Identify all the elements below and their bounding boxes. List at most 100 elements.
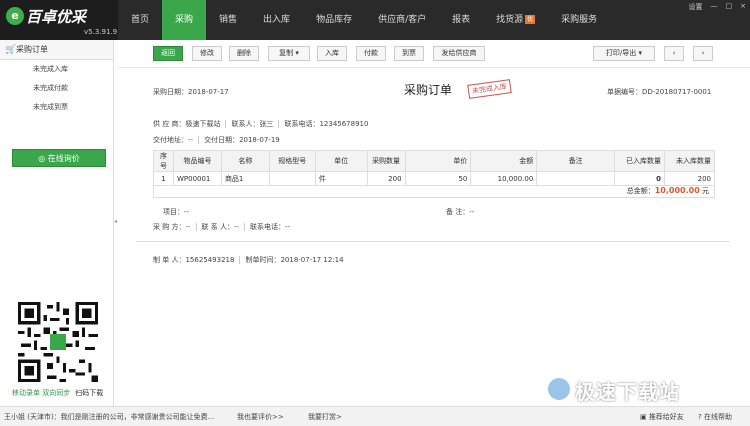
delivery-date-label: 交付日期： xyxy=(204,136,240,144)
project-label: 项目： xyxy=(163,208,184,216)
nav-suppliers[interactable]: 供应商/客户 xyxy=(365,0,439,40)
phone-label: 联系电话： xyxy=(284,120,320,128)
nav-purchase-service[interactable]: 采购服务 xyxy=(548,0,610,40)
back-button[interactable]: 返回 xyxy=(153,46,183,61)
doc-number-label: 单据编号： xyxy=(607,88,642,96)
maker-label: 制 单 人： xyxy=(153,256,186,264)
doc-number-value: DD-20180717-0001 xyxy=(642,88,712,96)
sidebar-header[interactable]: 🛒 采购订单 xyxy=(0,40,113,60)
nav-home[interactable]: 首页 xyxy=(118,0,162,40)
send-supplier-button[interactable]: 发给供应商 xyxy=(433,46,485,61)
delivery-addr-label: 交付地址： xyxy=(153,136,188,144)
col-header: 金额 xyxy=(470,150,538,172)
purchase-date: 采购日期：2018-07-17 xyxy=(153,87,229,97)
sidebar-header-label: 采购订单 xyxy=(16,45,48,54)
made-time-value: 2018-07-17 12:14 xyxy=(280,256,344,264)
total-label: 总金额： xyxy=(626,187,655,195)
buyer-label: 采 购 方： xyxy=(153,223,186,231)
cart-icon: 🛒 xyxy=(5,45,17,55)
maker-line: 制 单 人：15625493218 制单时间：2018-07-17 12:14 xyxy=(153,255,344,265)
chevron-down-icon: ▾ xyxy=(638,49,643,57)
col-header: 单价 xyxy=(404,150,472,172)
buyer-line: 采 购 方：-- 联 系 人：-- 联系电话：-- xyxy=(153,222,290,232)
sidebar: 🛒 采购订单 未完成入库 未完成付款 未完成到票 ◎ 在线询价 移动录单 双向同… xyxy=(0,40,114,406)
col-header: 备注 xyxy=(536,150,616,172)
testimonial-text[interactable]: 王小姐 (天津市)：我们是刚注册的公司，非常感谢贵公司能让免费... xyxy=(4,412,214,422)
divider xyxy=(136,241,730,242)
sidebar-item-unpaid[interactable]: 未完成付款 xyxy=(0,79,113,98)
buyer-phone-value: -- xyxy=(285,223,291,231)
chevron-down-icon: ▾ xyxy=(295,49,299,57)
edit-button[interactable]: 修改 xyxy=(192,46,222,61)
ask-price-button[interactable]: ◎ 在线询价 xyxy=(12,149,106,167)
main-nav: 首页 采购 销售 出入库 物品库存 供应商/客户 报表 找货源优 采购服务 xyxy=(118,0,610,40)
ask-icon: ◎ xyxy=(38,154,46,163)
col-header: 已入库数量 xyxy=(614,150,665,172)
next-button[interactable]: › xyxy=(693,46,713,61)
qr-download-text: 扫码下载 xyxy=(75,389,104,397)
nav-stock[interactable]: 物品库存 xyxy=(303,0,365,40)
watermark-icon xyxy=(548,378,570,400)
remark-value: -- xyxy=(469,208,475,216)
stock-in-button[interactable]: 入库 xyxy=(317,46,347,61)
col-header: 序号 xyxy=(153,150,174,172)
purchase-order-document: 采购订单 未完成入库 采购日期：2018-07-17 单据编号：DD-20180… xyxy=(118,68,750,406)
minimize-icon[interactable]: — xyxy=(711,2,718,12)
col-header: 单位 xyxy=(314,150,368,172)
total: 总金额：10,000.00 元 xyxy=(627,186,709,196)
total-row: 总金额：10,000.00 元 xyxy=(153,183,715,198)
reward-link[interactable]: 我要打赏> xyxy=(308,413,342,421)
app-name: 百卓优采 xyxy=(26,8,87,26)
buyer-value: -- xyxy=(185,223,191,231)
table-header-row: 序号 物品编号 名称 规格型号 单位 采购数量 单价 金额 备注 已入库数量 未… xyxy=(153,150,716,172)
qr-code xyxy=(18,302,98,382)
ask-price-label: 在线询价 xyxy=(47,154,80,163)
collapse-sidebar-icon[interactable]: ◂ xyxy=(114,218,117,225)
help-icon: ? xyxy=(698,413,702,421)
nav-sourcing-label: 找货源 xyxy=(496,15,524,25)
pay-button[interactable]: 付款 xyxy=(356,46,386,61)
nav-sourcing[interactable]: 找货源优 xyxy=(483,0,548,40)
app-version: v5.3.91.9 xyxy=(84,28,118,36)
prev-button[interactable]: ‹ xyxy=(664,46,684,61)
buyer-phone-label: 联系电话： xyxy=(250,223,286,231)
qr-caption: 移动录单 双向同步 扫码下载 xyxy=(12,388,103,398)
maker-value: 15625493218 xyxy=(185,256,235,264)
app-logo: e 百卓优采 v5.3.91.9 xyxy=(0,0,118,40)
close-icon[interactable]: × xyxy=(740,2,746,12)
supplier-label: 供 应 商： xyxy=(153,120,186,128)
copy-button[interactable]: 复制 ▾ xyxy=(268,46,310,61)
status-bar: 王小姐 (天津市)：我们是刚注册的公司，非常感谢贵公司能让免费... 我也要评价… xyxy=(0,406,750,426)
col-header: 名称 xyxy=(220,150,270,172)
phone-value: 12345678910 xyxy=(319,120,369,128)
status-right: ▣ 推荐给好友 ? 在线帮助 xyxy=(640,412,732,422)
qr-caption-text: 移动录单 双向同步 xyxy=(12,389,71,397)
delete-button[interactable]: 删除 xyxy=(229,46,259,61)
nav-purchase[interactable]: 采购 xyxy=(162,0,207,40)
print-export-button[interactable]: 打印/导出 ▾ xyxy=(593,46,655,61)
window-controls: 设置 — □ × xyxy=(689,2,747,12)
nav-reports[interactable]: 报表 xyxy=(439,0,483,40)
copy-label: 复制 xyxy=(279,49,294,57)
delivery-addr-value: -- xyxy=(188,136,194,144)
recommend-link[interactable]: 推荐给好友 xyxy=(649,413,684,421)
delivery-line: 交付地址：-- 交付日期：2018-07-19 xyxy=(153,135,280,145)
maximize-icon[interactable]: □ xyxy=(726,2,733,12)
col-header: 规格型号 xyxy=(268,150,316,172)
project-field: 项目：-- xyxy=(163,207,189,217)
sidebar-item-uninvoiced[interactable]: 未完成到票 xyxy=(0,98,113,117)
remark-label: 备 注： xyxy=(446,208,470,216)
purchase-date-value: 2018-07-17 xyxy=(188,88,229,96)
sourcing-badge: 优 xyxy=(525,15,536,24)
settings-button[interactable]: 设置 xyxy=(689,2,703,12)
help-link[interactable]: 在线帮助 xyxy=(704,413,732,421)
invoice-button[interactable]: 到票 xyxy=(394,46,424,61)
nav-inventory-io[interactable]: 出入库 xyxy=(250,0,303,40)
supplier-line: 供 应 商：极速下载站 联系人：张三 联系电话：12345678910 xyxy=(153,119,368,129)
sidebar-item-unstocked[interactable]: 未完成入库 xyxy=(0,60,113,79)
remark-field: 备 注：-- xyxy=(446,207,474,217)
total-unit: 元 xyxy=(702,187,709,195)
nav-sales[interactable]: 销售 xyxy=(206,0,250,40)
rate-link[interactable]: 我也要评价>> xyxy=(237,413,284,421)
status-links: 我也要评价>> 我要打赏> xyxy=(237,412,342,422)
